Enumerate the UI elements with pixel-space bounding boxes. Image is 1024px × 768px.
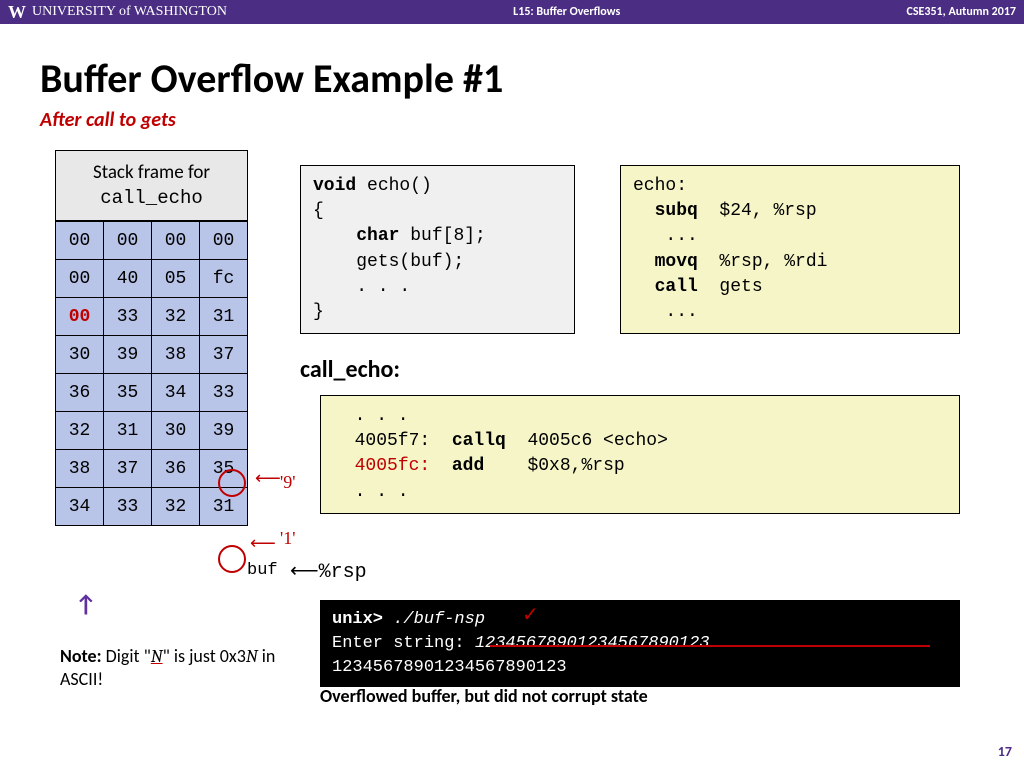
echo-asm-code: echo: subq $24, %rsp ... movq %rsp, %rdi… [620, 165, 960, 334]
page-title: Buffer Overflow Example #1 [40, 54, 984, 103]
w-icon: W [8, 2, 26, 23]
stack-byte: 31 [104, 412, 152, 450]
overflow-message: Overflowed buffer, but did not corrupt s… [320, 685, 648, 707]
stack-byte: 37 [104, 450, 152, 488]
stack-byte: 05 [152, 260, 200, 298]
stack-byte: 00 [56, 222, 104, 260]
stack-byte: 38 [56, 450, 104, 488]
stack-byte: 32 [152, 298, 200, 336]
stack-byte: 34 [152, 374, 200, 412]
page-number: 17 [998, 743, 1012, 760]
subtitle: After call to gets [40, 108, 984, 132]
nine-annotation: '9' [280, 472, 296, 493]
stack-byte: 33 [200, 374, 248, 412]
stack-byte: 39 [200, 412, 248, 450]
stack-byte: 37 [200, 336, 248, 374]
stack-header-line1: Stack frame for [56, 161, 247, 186]
stack-byte: 00 [152, 222, 200, 260]
ascii-note: Note: Digit "N" is just 0x3N in ASCII! [60, 645, 280, 692]
stack-byte: 31 [200, 298, 248, 336]
university-name: UNIVERSITY of WASHINGTON [32, 4, 227, 20]
stack-diagram: Stack frame for call_echo 00000000004005… [55, 150, 248, 526]
stack-byte: 36 [56, 374, 104, 412]
lecture-title: L15: Buffer Overflows [227, 5, 907, 19]
stack-byte: 00 [56, 298, 104, 336]
echo-c-code: void echo() { char buf[8]; gets(buf); . … [300, 165, 575, 334]
stack-byte: fc [200, 260, 248, 298]
stack-byte: 33 [104, 298, 152, 336]
stack-byte: 00 [104, 222, 152, 260]
rsp-pointer: ⟵%rsp [290, 558, 367, 584]
stack-byte: 30 [56, 336, 104, 374]
stack-byte: 00 [56, 260, 104, 298]
call-echo-label: call_echo: [300, 355, 400, 384]
circle-annotation-39 [218, 469, 246, 497]
stack-byte: 39 [104, 336, 152, 374]
stack-byte: 35 [104, 374, 152, 412]
stack-byte: 00 [200, 222, 248, 260]
stack-byte: 32 [56, 412, 104, 450]
circle-annotation-31 [218, 545, 246, 573]
course-term: CSE351, Autumn 2017 [907, 5, 1016, 19]
uw-logo: W UNIVERSITY of WASHINGTON [8, 2, 227, 23]
buf-label: buf [247, 561, 278, 580]
stack-byte: 36 [152, 450, 200, 488]
red-underline [490, 645, 930, 647]
stack-frame-header: Stack frame for call_echo [55, 150, 248, 221]
stack-header-line2: call_echo [56, 186, 247, 211]
slide-header: W UNIVERSITY of WASHINGTON L15: Buffer O… [0, 0, 1024, 24]
stack-byte: 32 [152, 488, 200, 526]
call-echo-asm-code: . . . 4005f7: callq 4005c6 <echo> 4005fc… [320, 395, 960, 514]
arrow-annotation: ⟵ [255, 468, 281, 489]
one-annotation: '1' [280, 528, 296, 549]
stack-byte: 40 [104, 260, 152, 298]
stack-byte: 34 [56, 488, 104, 526]
red-check-icon: ✓ [522, 602, 539, 627]
stack-byte: 38 [152, 336, 200, 374]
arrow-annotation-2: ⟵ [250, 533, 276, 554]
stack-byte: 33 [104, 488, 152, 526]
terminal-output: unix> ./buf-nsp Enter string: 1234567890… [320, 600, 960, 687]
purple-arrow-icon: ↑ [75, 590, 97, 619]
stack-byte: 30 [152, 412, 200, 450]
